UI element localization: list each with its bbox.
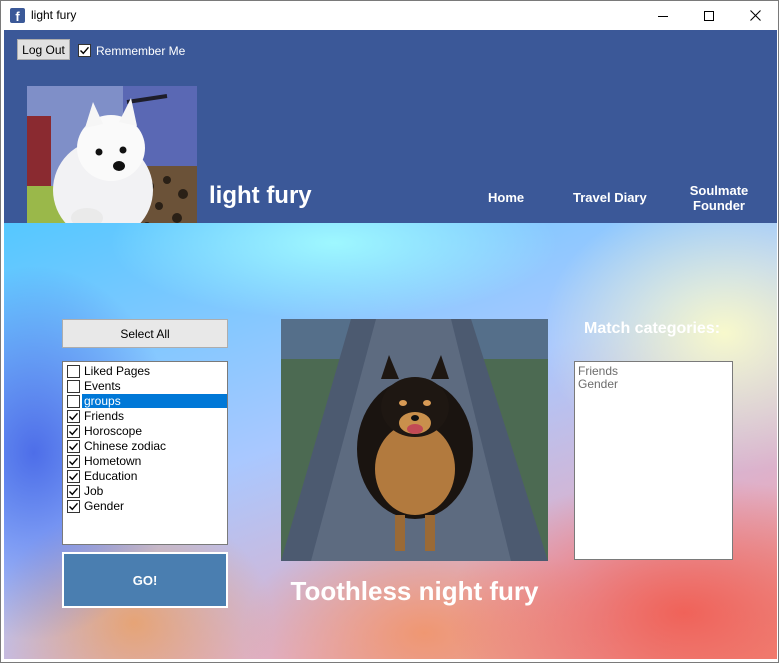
go-button[interactable]: GO! [62, 552, 228, 608]
category-label: groups [82, 394, 227, 408]
category-checklist[interactable]: Liked Pages Events groups Friends Horoscope C… [62, 361, 228, 545]
category-checkbox[interactable] [67, 380, 80, 393]
minimize-icon [658, 15, 668, 17]
category-label: Hometown [84, 454, 142, 468]
category-checkbox[interactable] [67, 500, 80, 513]
category-item[interactable]: groups [65, 394, 227, 408]
category-item[interactable]: Job [65, 484, 227, 498]
logout-button[interactable]: Log Out [17, 39, 70, 60]
checkmark-icon [80, 46, 90, 55]
checkmark-icon [69, 502, 79, 511]
remember-me-label: Remmember Me [96, 44, 186, 58]
checkmark-icon [69, 412, 79, 421]
category-item[interactable]: Gender [65, 499, 227, 513]
category-checkbox[interactable] [67, 485, 80, 498]
category-label: Horoscope [84, 424, 143, 438]
checkmark-icon [69, 457, 79, 466]
category-checkbox[interactable] [67, 365, 80, 378]
category-label: Events [84, 379, 121, 393]
category-checkbox[interactable] [67, 470, 80, 483]
profile-name: light fury [209, 182, 312, 209]
match-photo [281, 319, 548, 561]
profile-header: Log Out Remmember Me light fury Home Tra… [4, 30, 777, 238]
checkmark-icon [69, 427, 79, 436]
close-icon [749, 10, 761, 21]
category-label: Education [84, 469, 138, 483]
minimize-button[interactable] [640, 1, 686, 30]
category-item[interactable]: Hometown [65, 454, 227, 468]
category-label: Liked Pages [84, 364, 151, 378]
category-item[interactable]: Events [65, 379, 227, 393]
category-item[interactable]: Friends [65, 409, 227, 423]
maximize-icon [704, 10, 714, 21]
category-checkbox[interactable] [67, 410, 80, 423]
nav-home[interactable]: Home [488, 190, 524, 205]
checkmark-icon [69, 442, 79, 451]
match-category-item[interactable]: Gender [578, 378, 618, 391]
category-item[interactable]: Horoscope [65, 424, 227, 438]
nav-soulmate-founder[interactable]: Soulmate Founder [684, 183, 754, 213]
match-caption: Toothless night fury [290, 576, 539, 606]
app-window: f light fury Log Out Remmember Me light … [0, 0, 779, 663]
title-bar[interactable]: f light fury [1, 1, 778, 30]
category-label: Job [84, 484, 104, 498]
category-label: Chinese zodiac [84, 439, 167, 453]
category-label: Gender [84, 499, 125, 513]
maximize-button[interactable] [686, 1, 732, 30]
match-categories-list[interactable]: Friends Gender [574, 361, 733, 560]
checkmark-icon [69, 487, 79, 496]
checkmark-icon [69, 472, 79, 481]
category-item[interactable]: Chinese zodiac [65, 439, 227, 453]
select-all-button[interactable]: Select All [62, 319, 228, 348]
category-item[interactable]: Liked Pages [65, 364, 227, 378]
main-panel: Select All Liked Pages Events groups Friend… [4, 223, 777, 659]
facebook-icon: f [10, 8, 25, 23]
window-title: light fury [31, 8, 77, 22]
close-button[interactable] [732, 1, 778, 30]
category-item[interactable]: Education [65, 469, 227, 483]
nav-travel-diary[interactable]: Travel Diary [573, 190, 647, 205]
category-checkbox[interactable] [67, 395, 80, 408]
category-checkbox[interactable] [67, 440, 80, 453]
category-label: Friends [84, 409, 125, 423]
category-checkbox[interactable] [67, 455, 80, 468]
profile-photo [27, 86, 197, 238]
category-checkbox[interactable] [67, 425, 80, 438]
remember-me-checkbox[interactable] [78, 44, 91, 57]
match-categories-title: Match categories: [584, 320, 721, 337]
